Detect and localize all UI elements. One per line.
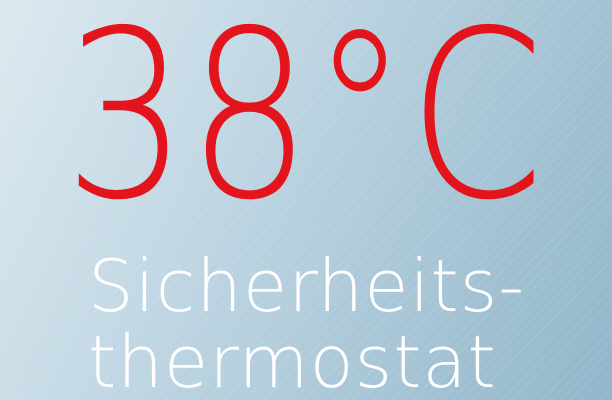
label-line-2: thermostat [88,320,497,400]
thermostat-panel: 38°C Sicherheits- thermostat [0,0,612,400]
temperature-graphic: 38°C [64,0,544,225]
temperature-display: 38°C [0,0,612,225]
label-line-1: Sicherheits- [88,244,526,328]
temperature-value: 38°C [64,0,544,225]
